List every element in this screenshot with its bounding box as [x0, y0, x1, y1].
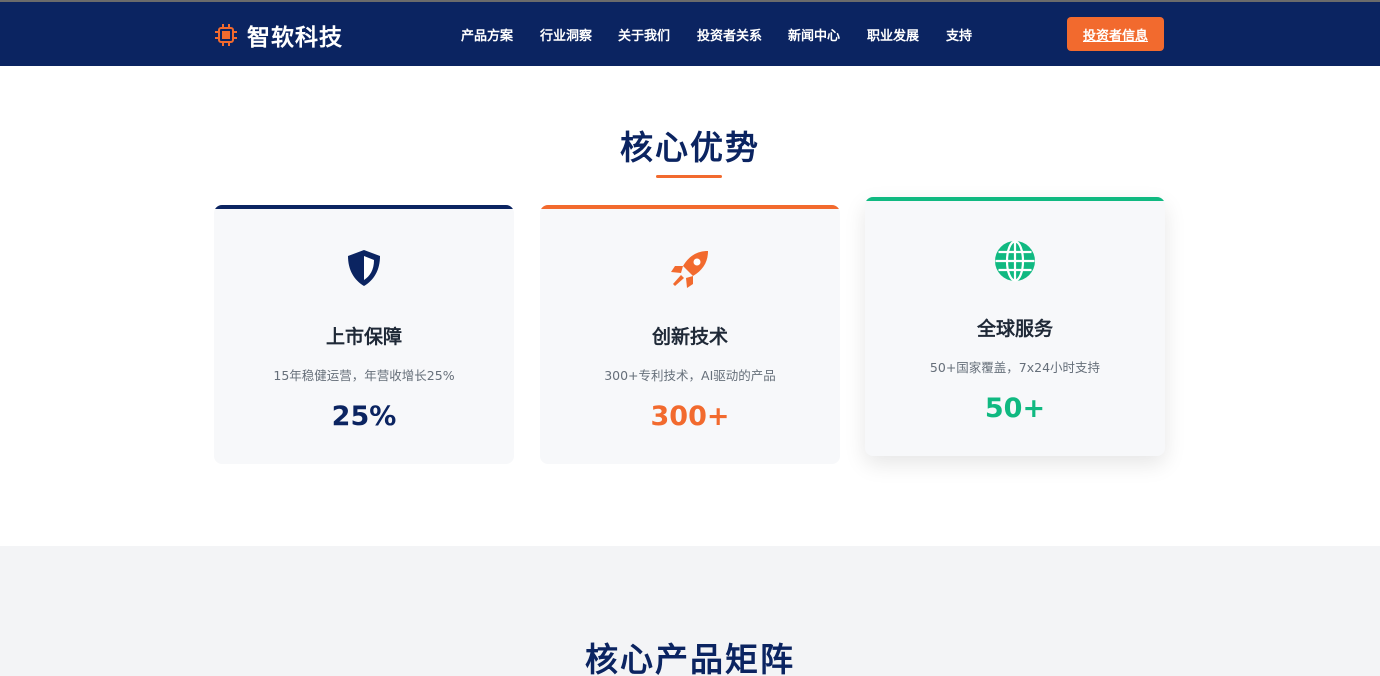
investor-info-button[interactable]: 投资者信息	[1067, 17, 1164, 51]
card-value: 25%	[331, 401, 397, 432]
card-title: 上市保障	[325, 326, 402, 348]
card-value: 300+	[650, 401, 730, 432]
nav-item-careers[interactable]: 职业发展	[867, 25, 919, 44]
card-icon-wrapper	[540, 248, 840, 290]
nav-item-insights[interactable]: 行业洞察	[540, 25, 592, 44]
nav-item-about[interactable]: 关于我们	[618, 25, 670, 44]
card-top-bar	[214, 205, 514, 209]
shield-icon	[348, 250, 380, 286]
card-title: 创新技术	[651, 326, 728, 348]
title-underline	[656, 175, 722, 178]
card-top-bar	[540, 205, 840, 209]
advantage-card-listing: 上市保障 15年稳健运营，年营收增长25% 25%	[214, 205, 514, 464]
advantage-card-innovation: 创新技术 300+专利技术，AI驱动的产品 300+	[540, 205, 840, 464]
advantages-title: 核心优势	[620, 128, 760, 167]
top-navigation-bar: 智软科技 产品方案 行业洞察 关于我们 投资者关系 新闻中心 职业发展 支持 投…	[0, 2, 1380, 66]
products-title: 核心产品矩阵	[585, 640, 795, 676]
card-top-bar	[865, 197, 1165, 201]
nav-item-investor-relations[interactable]: 投资者关系	[697, 25, 762, 44]
globe-icon	[995, 240, 1035, 282]
brand-logo[interactable]: 智软科技	[214, 20, 343, 51]
brand-name: 智软科技	[247, 25, 343, 51]
products-section: 核心产品矩阵	[0, 546, 1380, 676]
nav-item-support[interactable]: 支持	[946, 25, 972, 44]
card-icon-wrapper	[865, 240, 1165, 282]
nav-item-news[interactable]: 新闻中心	[788, 25, 840, 44]
advantage-card-global: 全球服务 50+国家覆盖，7x24小时支持 50+	[865, 197, 1165, 456]
rocket-icon	[671, 251, 708, 288]
card-description: 15年稳健运营，年营收增长25%	[273, 368, 455, 383]
card-description: 50+国家覆盖，7x24小时支持	[929, 360, 1101, 375]
card-title: 全球服务	[976, 318, 1053, 340]
card-value: 50+	[984, 393, 1046, 424]
nav-item-products[interactable]: 产品方案	[461, 25, 513, 44]
card-icon-wrapper	[214, 248, 514, 288]
card-description: 300+专利技术，AI驱动的产品	[604, 368, 776, 383]
chip-icon	[215, 24, 237, 46]
